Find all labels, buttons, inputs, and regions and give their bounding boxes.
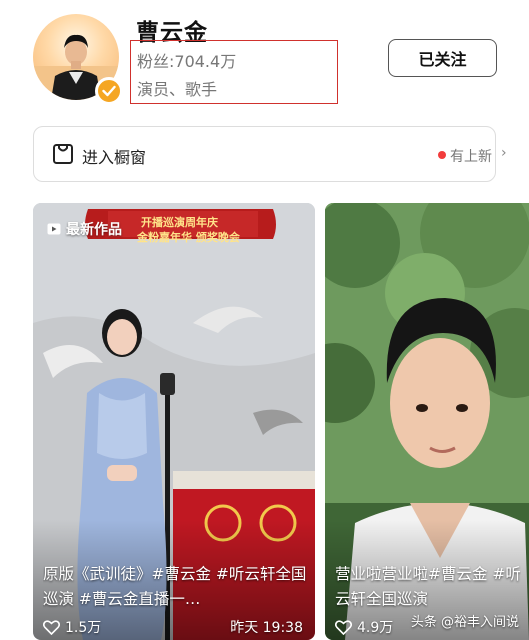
likes: 1.5万	[43, 617, 101, 637]
heart-icon	[335, 619, 352, 635]
showcase-entry[interactable]: 进入橱窗 有上新 ›	[33, 126, 507, 182]
heart-icon	[43, 619, 60, 635]
banner-line-1: 开播巡演周年庆	[141, 216, 218, 229]
showcase-label: 进入橱窗	[82, 148, 147, 167]
likes-count-2: 4.9万	[357, 620, 394, 636]
video-card-2[interactable]: 营业啦营业啦#曹云金 #听云轩全国巡演 4.9万 头条 @裕丰入间说	[325, 203, 529, 640]
video-time: 昨天 19:38	[230, 620, 303, 636]
likes-count: 1.5万	[65, 620, 102, 636]
video-meta: 1.5万 昨天 19:38	[43, 616, 303, 638]
chevron-right-icon: ›	[501, 145, 507, 161]
profile-job: 演员、歌手	[137, 80, 218, 99]
likes-2: 4.9万	[335, 617, 393, 637]
new-dot-icon	[438, 151, 446, 159]
banner-line-2: 金粉嘉年华 颁奖晚会	[137, 231, 240, 244]
follow-button[interactable]: 已关注	[388, 39, 497, 77]
new-items-label: 有上新	[450, 149, 492, 165]
latest-badge: 最新作品	[47, 219, 122, 239]
latest-badge-label: 最新作品	[66, 222, 122, 238]
verified-icon	[95, 77, 123, 105]
video-caption: 原版《武训徒》#曹云金 #听云轩全国巡演 #曹云金直播一…	[43, 565, 307, 608]
watermark: 头条 @裕丰入间说	[410, 615, 519, 630]
fans-count: 粉丝:704.4万	[137, 52, 237, 71]
shopping-bag-icon	[53, 144, 73, 164]
video-icon	[47, 223, 61, 235]
video-card-1[interactable]: 最新作品 开播巡演周年庆 金粉嘉年华 颁奖晚会 原版《武训徒》#曹云金 #听云轩…	[33, 203, 315, 640]
video-caption-2: 营业啦营业啦#曹云金 #听云轩全国巡演	[335, 565, 521, 608]
